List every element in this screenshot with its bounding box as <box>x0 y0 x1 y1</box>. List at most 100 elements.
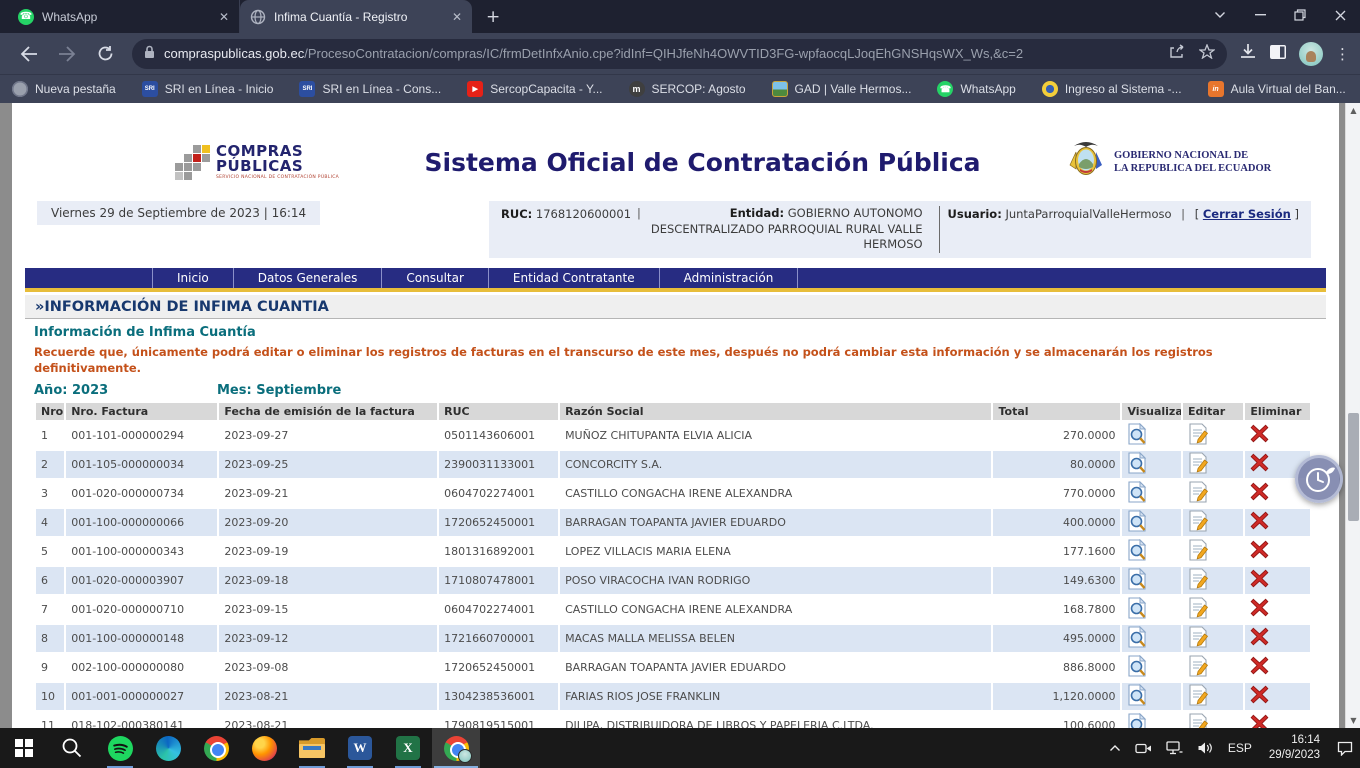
new-tab-button[interactable]: + <box>486 7 500 27</box>
editar-button[interactable] <box>1188 568 1208 590</box>
menu-item-administracion[interactable]: Administración <box>660 268 799 288</box>
bookmark-item[interactable]: SRI SRI en Línea - Inicio <box>142 81 274 97</box>
visualizar-button[interactable] <box>1127 684 1147 706</box>
start-button[interactable] <box>0 728 48 768</box>
editar-button[interactable] <box>1188 597 1208 619</box>
visualizar-button[interactable] <box>1127 423 1147 445</box>
language-indicator[interactable]: ESP <box>1221 728 1259 768</box>
bookmark-star-icon[interactable] <box>1199 44 1215 63</box>
visualizar-button[interactable] <box>1127 655 1147 677</box>
bookmark-item[interactable]: Nueva pestaña <box>12 81 116 97</box>
eliminar-button[interactable] <box>1250 540 1269 559</box>
tab-whatsapp[interactable]: ☎ WhatsApp ✕ <box>8 0 240 33</box>
visualizar-button[interactable] <box>1127 626 1147 648</box>
restore-button[interactable] <box>1280 0 1320 30</box>
taskbar-clock[interactable]: 16:14 29/9/2023 <box>1259 733 1330 763</box>
side-panel-icon[interactable] <box>1269 44 1287 64</box>
back-button[interactable] <box>14 39 44 69</box>
taskbar-spotify[interactable] <box>96 728 144 768</box>
minimize-button[interactable] <box>1240 0 1280 30</box>
eliminar-button[interactable] <box>1250 453 1269 472</box>
meet-now-icon[interactable] <box>1128 728 1159 768</box>
eliminar-button[interactable] <box>1250 482 1269 501</box>
taskbar-excel[interactable]: X <box>384 728 432 768</box>
whatsapp-icon: ☎ <box>937 81 953 97</box>
action-center-icon[interactable] <box>1330 728 1360 768</box>
forward-button[interactable] <box>52 39 82 69</box>
bookmark-item[interactable]: ☎ WhatsApp <box>937 81 1015 97</box>
volume-icon[interactable] <box>1190 728 1221 768</box>
page-scrollbar[interactable]: ▲ ▼ <box>1345 103 1360 728</box>
logout-link[interactable]: Cerrar Sesión <box>1203 207 1291 221</box>
menu-item-entidad-contratante[interactable]: Entidad Contratante <box>489 268 660 288</box>
menu-kebab-icon[interactable]: ⋮ <box>1335 45 1350 63</box>
visualizar-button[interactable] <box>1127 452 1147 474</box>
taskbar-word[interactable]: W <box>336 728 384 768</box>
close-window-button[interactable] <box>1320 0 1360 30</box>
tab-infima-cuantia[interactable]: Infima Cuantía - Registro ✕ <box>240 0 472 33</box>
close-icon[interactable]: ✕ <box>219 10 229 24</box>
download-icon[interactable] <box>1239 43 1257 64</box>
chevron-down-icon[interactable] <box>1200 0 1240 30</box>
editar-button[interactable] <box>1188 684 1208 706</box>
editar-button[interactable] <box>1188 539 1208 561</box>
visualizar-button[interactable] <box>1127 713 1147 728</box>
toolbar-actions: ⋮ <box>1239 42 1350 66</box>
scrollbar-thumb[interactable] <box>1348 413 1359 521</box>
cell-factura: 001-020-000000710 <box>66 596 217 623</box>
bookmark-item[interactable]: SRI SRI en Línea - Cons... <box>299 81 441 97</box>
editar-button[interactable] <box>1188 481 1208 503</box>
cell-visualizar <box>1122 683 1180 710</box>
menu-item-datos-generales[interactable]: Datos Generales <box>234 268 383 288</box>
taskbar-file-explorer[interactable] <box>288 728 336 768</box>
url-bar[interactable]: compraspublicas.gob.ec/ProcesoContrataci… <box>132 39 1227 69</box>
eliminar-button[interactable] <box>1250 627 1269 646</box>
cell-eliminar <box>1245 538 1310 565</box>
taskbar-search-button[interactable] <box>48 728 96 768</box>
cell-visualizar <box>1122 654 1180 681</box>
bookmark-item[interactable]: GAD | Valle Hermos... <box>772 81 912 97</box>
visualizar-button[interactable] <box>1127 481 1147 503</box>
table-row: 2 001-105-000000034 2023-09-25 239003113… <box>36 451 1310 478</box>
editar-button[interactable] <box>1188 423 1208 445</box>
taskbar-chrome[interactable] <box>192 728 240 768</box>
menu-item-inicio[interactable]: Inicio <box>153 268 234 288</box>
taskbar-firefox[interactable] <box>240 728 288 768</box>
editar-button[interactable] <box>1188 626 1208 648</box>
cell-factura: 001-100-000000148 <box>66 625 217 652</box>
bookmark-item[interactable]: m SERCOP: Agosto <box>629 81 746 97</box>
eliminar-button[interactable] <box>1250 424 1269 443</box>
taskbar-chrome-active[interactable] <box>432 728 480 768</box>
share-icon[interactable] <box>1169 44 1185 63</box>
tray-chevron-up-icon[interactable] <box>1102 728 1128 768</box>
network-icon[interactable] <box>1159 728 1190 768</box>
visualizar-button[interactable] <box>1127 597 1147 619</box>
editar-button[interactable] <box>1188 452 1208 474</box>
eliminar-button[interactable] <box>1250 511 1269 530</box>
eliminar-button[interactable] <box>1250 569 1269 588</box>
bookmark-item[interactable]: ▶ SercopCapacita - Y... <box>467 81 602 97</box>
editar-button[interactable] <box>1188 510 1208 532</box>
eliminar-button[interactable] <box>1250 685 1269 704</box>
profile-avatar[interactable] <box>1299 42 1323 66</box>
scroll-up-arrow[interactable]: ▲ <box>1346 103 1360 118</box>
eliminar-button[interactable] <box>1250 714 1269 728</box>
visualizar-button[interactable] <box>1127 510 1147 532</box>
current-datetime: Viernes 29 de Septiembre de 2023 | 16:14 <box>37 201 320 225</box>
cell-ruc: 1720652450001 <box>439 509 558 536</box>
scroll-down-arrow[interactable]: ▼ <box>1346 713 1360 728</box>
bookmark-item[interactable]: Ingreso al Sistema -... <box>1042 81 1182 97</box>
menu-item-consultar[interactable]: Consultar <box>382 268 489 288</box>
cell-nro: 6 <box>36 567 64 594</box>
visualizar-button[interactable] <box>1127 539 1147 561</box>
taskbar-edge[interactable] <box>144 728 192 768</box>
close-icon[interactable]: ✕ <box>452 10 462 24</box>
bookmark-item[interactable]: in Aula Virtual del Ban... <box>1208 81 1346 97</box>
reload-button[interactable] <box>90 39 120 69</box>
eliminar-button[interactable] <box>1250 598 1269 617</box>
editar-button[interactable] <box>1188 655 1208 677</box>
editar-button[interactable] <box>1188 713 1208 728</box>
eliminar-button[interactable] <box>1250 656 1269 675</box>
floating-clock-widget[interactable] <box>1295 455 1343 503</box>
visualizar-button[interactable] <box>1127 568 1147 590</box>
